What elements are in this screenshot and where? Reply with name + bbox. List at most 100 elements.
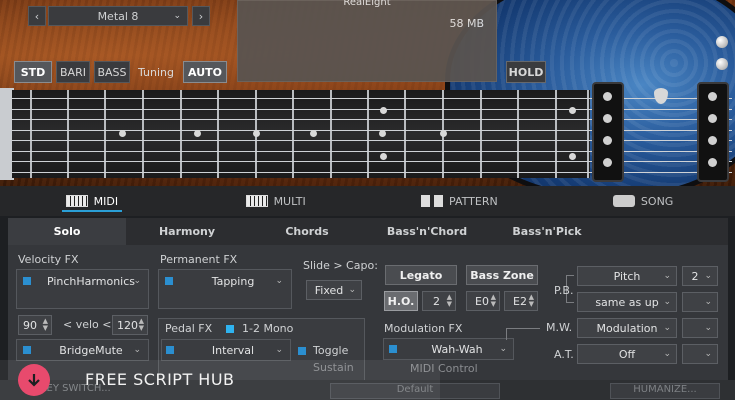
sub-tab-bar: Solo Harmony Chords Bass'n'Chord Bass'n'… [8, 218, 728, 245]
song-icon [612, 195, 635, 207]
velocity-fx-led[interactable] [23, 277, 31, 285]
pb-range-value: 2 [691, 269, 699, 283]
tab-midi[interactable]: MIDI [0, 186, 184, 216]
velocity-low-value: 90 [23, 318, 37, 332]
hammer-on-button[interactable]: H.O. [384, 291, 418, 311]
at-select[interactable]: Off ⌄ [577, 344, 677, 364]
tab-label: MULTI [273, 194, 306, 208]
chevron-down-icon: ⌄ [663, 323, 671, 333]
tuning-bass-button[interactable]: BASS [94, 61, 130, 83]
fret-marker-dot [440, 130, 447, 137]
guitar-string [12, 150, 732, 152]
guitar-string [12, 140, 732, 141]
bass-zone-high-value: E2 [513, 294, 527, 308]
fretboard[interactable] [12, 90, 732, 178]
pedal-fx-led[interactable] [166, 346, 174, 354]
chevron-down-icon: ⌄ [704, 323, 712, 333]
preset-prev-button[interactable]: ‹ [28, 6, 46, 26]
guitar-string [12, 171, 732, 173]
velocity-high-value: 120 [117, 318, 138, 332]
humanize-button[interactable]: HUMANIZE... [610, 383, 720, 399]
volume-knob [716, 36, 728, 48]
guitar-string [12, 108, 732, 110]
fret [292, 90, 294, 178]
fret [217, 90, 219, 178]
mw-range-select[interactable]: ⌄ [682, 318, 718, 338]
velocity-fx2-led[interactable] [23, 346, 31, 354]
subtab-harmony[interactable]: Harmony [128, 218, 246, 245]
fret [104, 90, 106, 178]
subtab-solo[interactable]: Solo [8, 218, 126, 245]
hold-button[interactable]: HOLD [506, 61, 546, 83]
mono-led[interactable] [226, 325, 234, 333]
permanent-fx-select[interactable]: Tapping ⌄ [178, 271, 288, 291]
toggle-led[interactable] [298, 347, 306, 355]
main-tab-bar: MIDI MULTI PATTERN SONG [0, 186, 735, 216]
chevron-down-icon: ⌄ [663, 271, 671, 281]
up-down-icon: ▲ ▼ [528, 293, 534, 308]
fret [67, 90, 69, 178]
velocity-fx2-value: BridgeMute [59, 343, 123, 357]
slide-capo-value: Fixed [314, 283, 344, 297]
pb-down-range-select[interactable]: ⌄ [682, 292, 718, 312]
chevron-right-icon: › [198, 9, 204, 23]
tab-label: SONG [640, 194, 674, 208]
velocity-fx-select[interactable]: PinchHarmonics ⌄ [36, 271, 146, 291]
preset-next-button[interactable]: › [192, 6, 210, 26]
subtab-chords[interactable]: Chords [248, 218, 366, 245]
velocity-low-stepper[interactable]: 90 ▲ ▼ [18, 315, 52, 335]
slide-capo-select[interactable]: Fixed ⌄ [306, 280, 362, 300]
fret-marker-dot [569, 153, 576, 160]
fret-marker-dot [380, 153, 387, 160]
at-range-select[interactable]: ⌄ [682, 344, 718, 364]
permanent-fx-led[interactable] [165, 277, 173, 285]
tab-song[interactable]: SONG [551, 186, 735, 216]
fret [587, 90, 589, 178]
modulation-fx-led[interactable] [389, 345, 397, 353]
toggle-label: Toggle [313, 344, 349, 357]
pedal-fx-label: Pedal FX [165, 322, 213, 335]
memory-size: 58 MB [449, 17, 484, 30]
pb-pitch-select[interactable]: Pitch ⌄ [577, 266, 677, 286]
pb-down-value: same as up [595, 295, 659, 309]
guitar-string [12, 161, 732, 162]
preset-selector[interactable]: Metal 8 ⌄ [48, 6, 188, 26]
velocity-high-stepper[interactable]: 120 ▲ ▼ [112, 315, 148, 335]
tab-label: PATTERN [449, 194, 498, 208]
pb-range-select[interactable]: 2 ⌄ [682, 266, 718, 286]
pb-label: P.B. [554, 284, 574, 297]
subtab-bass-n-chord[interactable]: Bass'n'Chord [368, 218, 486, 245]
tuning-bari-button[interactable]: BARI [56, 61, 90, 83]
info-panel: RealEight 58 MB [237, 0, 497, 82]
fret [404, 90, 406, 178]
velocity-fx-value: PinchHarmonics [46, 274, 136, 288]
velocity-fx2-select[interactable]: BridgeMute ⌄ [36, 340, 146, 360]
modulation-fx-select[interactable]: Wah-Wah ⌄ [402, 339, 512, 359]
legato-button[interactable]: Legato [385, 265, 457, 285]
chevron-down-icon: ⌄ [704, 271, 712, 281]
bass-zone-button[interactable]: Bass Zone [466, 265, 538, 285]
mw-select[interactable]: Modulation ⌄ [577, 318, 677, 338]
instrument-name: RealEight [343, 0, 391, 8]
modulation-fx-label: Modulation FX [384, 322, 463, 335]
tuning-label: Tuning [137, 65, 174, 79]
tab-pattern[interactable]: PATTERN [368, 186, 552, 216]
subtab-bass-n-pick[interactable]: Bass'n'Pick [488, 218, 606, 245]
pb-down-select[interactable]: same as up ⌄ [577, 292, 677, 312]
pattern-blocks-icon [421, 195, 444, 207]
pedal-fx-select[interactable]: Interval ⌄ [178, 340, 288, 360]
fret-marker-dot [194, 130, 201, 137]
hammer-on-stepper[interactable]: 2 ▲ ▼ [422, 291, 456, 311]
fret-marker-dot [253, 130, 260, 137]
bass-zone-low-stepper[interactable]: E0 ▲ ▼ [466, 291, 500, 311]
up-down-icon: ▲ ▼ [138, 317, 144, 332]
at-value: Off [618, 347, 636, 361]
tuning-auto-button[interactable]: AUTO [183, 61, 227, 83]
bass-zone-high-stepper[interactable]: E2 ▲ ▼ [504, 291, 538, 311]
watermark-text: FREE SCRIPT HUB [85, 370, 235, 389]
tab-multi[interactable]: MULTI [184, 186, 368, 216]
tuning-std-button[interactable]: STD [14, 61, 52, 83]
pedal-fx-value: Interval [211, 343, 255, 357]
modulation-fx-value: Wah-Wah [431, 342, 483, 356]
fret [555, 90, 557, 178]
